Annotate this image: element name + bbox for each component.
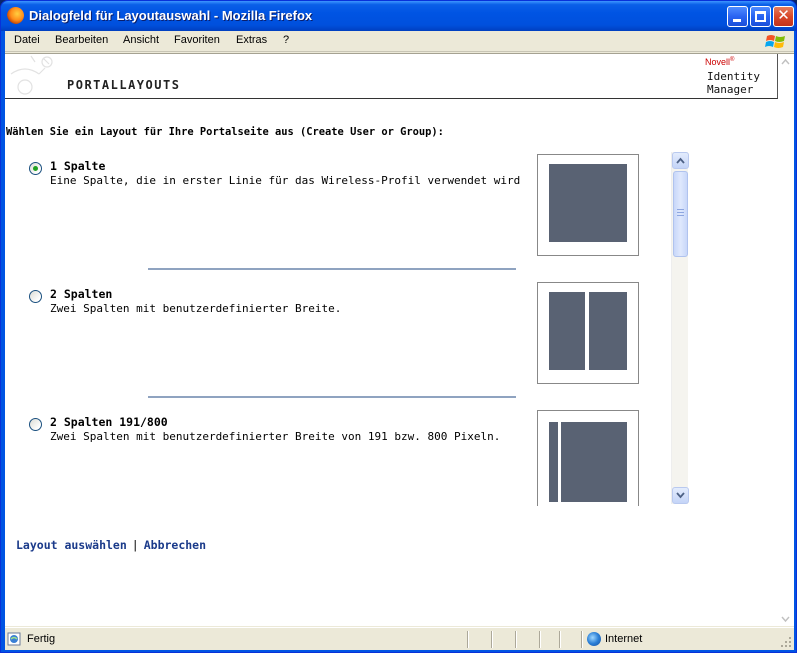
internet-zone-icon [587,632,601,646]
select-layout-link[interactable]: Layout auswählen [16,538,127,552]
firefox-icon [7,7,24,24]
layout-description: Eine Spalte, die in erster Linie für das… [50,174,521,187]
layout-option-2-columns-191-800[interactable]: 2 Spalten 191/800 Zwei Spalten mit benut… [17,410,677,506]
windows-logo-icon [765,35,785,48]
separator [148,268,516,270]
status-bar: Fertig Internet [5,627,794,650]
browser-window: Dialogfeld für Layoutauswahl - Mozilla F… [0,0,797,653]
page-scroll-down-icon[interactable] [781,616,790,623]
status-text: Fertig [27,633,56,645]
column-block [549,292,585,370]
resize-grip-icon[interactable] [780,636,792,648]
layout-option-1-column[interactable]: 1 Spalte Eine Spalte, die in erster Lini… [17,154,677,282]
menu-help[interactable]: ? [283,34,289,46]
layout-option-2-columns[interactable]: 2 Spalten Zwei Spalten mit benutzerdefin… [17,282,677,410]
status-divider [515,631,517,648]
layout-radio[interactable] [29,290,42,303]
close-button[interactable]: ✕ [773,6,794,27]
column-block [549,422,558,502]
page-scrollbar[interactable] [778,54,794,626]
brand-name: Novell [705,57,731,67]
status-divider [491,631,493,648]
novell-logo: Novell® [705,57,734,67]
product-name-line1: Identity [707,70,760,83]
layout-thumbnail[interactable] [537,410,639,506]
layout-list: 1 Spalte Eine Spalte, die in erster Lini… [17,152,689,506]
menu-bar: Datei Bearbeiten Ansicht Favoriten Extra… [5,31,794,52]
arrow-down-icon [676,492,685,499]
gear-icon [10,55,53,95]
column-block [589,292,627,370]
cancel-link[interactable]: Abbrechen [144,538,206,552]
minimize-icon [733,19,741,22]
layout-thumbnail[interactable] [537,282,639,384]
grip-line [677,212,684,213]
status-divider [467,631,469,648]
window-title: Dialogfeld für Layoutauswahl - Mozilla F… [29,8,313,23]
layout-radio[interactable] [29,162,42,175]
maximize-button[interactable] [750,6,771,27]
scroll-thumb[interactable] [673,171,688,257]
portal-header: PORTALLAYOUTS Novell® Identity Manager [5,54,778,99]
layout-thumbnail[interactable] [537,154,639,256]
layout-title: 2 Spalten 191/800 [50,415,168,429]
layout-title: 2 Spalten [50,287,113,301]
status-divider [559,631,561,648]
layout-description: Zwei Spalten mit benutzerdefinierter Bre… [50,430,501,443]
page-done-icon [7,632,21,646]
grip-line [677,209,684,210]
minimize-button[interactable] [727,6,748,27]
page-scroll-up-icon[interactable] [781,58,790,65]
menu-bearbeiten[interactable]: Bearbeiten [55,34,108,46]
status-divider [581,631,583,648]
menu-favoriten[interactable]: Favoriten [174,34,220,46]
scroll-up-button[interactable] [672,152,689,169]
link-separator: | [131,538,139,552]
status-divider [539,631,541,648]
product-name-line2: Manager [707,83,754,96]
separator [148,396,516,398]
column-block [549,164,627,242]
layout-radio[interactable] [29,418,42,431]
browser-client: Datei Bearbeiten Ansicht Favoriten Extra… [5,31,794,650]
scroll-down-button[interactable] [672,487,689,504]
menu-ansicht[interactable]: Ansicht [123,34,159,46]
layout-title: 1 Spalte [50,159,106,173]
column-block [561,422,627,502]
security-zone: Internet [605,633,643,645]
registered-mark-icon: ® [730,57,735,63]
layout-description: Zwei Spalten mit benutzerdefinierter Bre… [50,302,342,315]
page-title: PORTALLAYOUTS [67,78,181,92]
grip-line [677,215,684,216]
title-bar[interactable]: Dialogfeld für Layoutauswahl - Mozilla F… [1,1,796,31]
arrow-up-icon [676,157,685,164]
action-links: Layout auswählen | Abbrechen [16,538,206,552]
layout-list-scrollbar[interactable] [671,152,689,504]
layout-prompt: Wählen Sie ein Layout für Ihre Portalsei… [6,126,444,138]
menu-datei[interactable]: Datei [14,34,40,46]
close-icon: ✕ [777,6,790,24]
maximize-icon [755,11,766,22]
menu-extras[interactable]: Extras [236,34,267,46]
page-content: PORTALLAYOUTS Novell® Identity Manager W… [5,53,794,626]
